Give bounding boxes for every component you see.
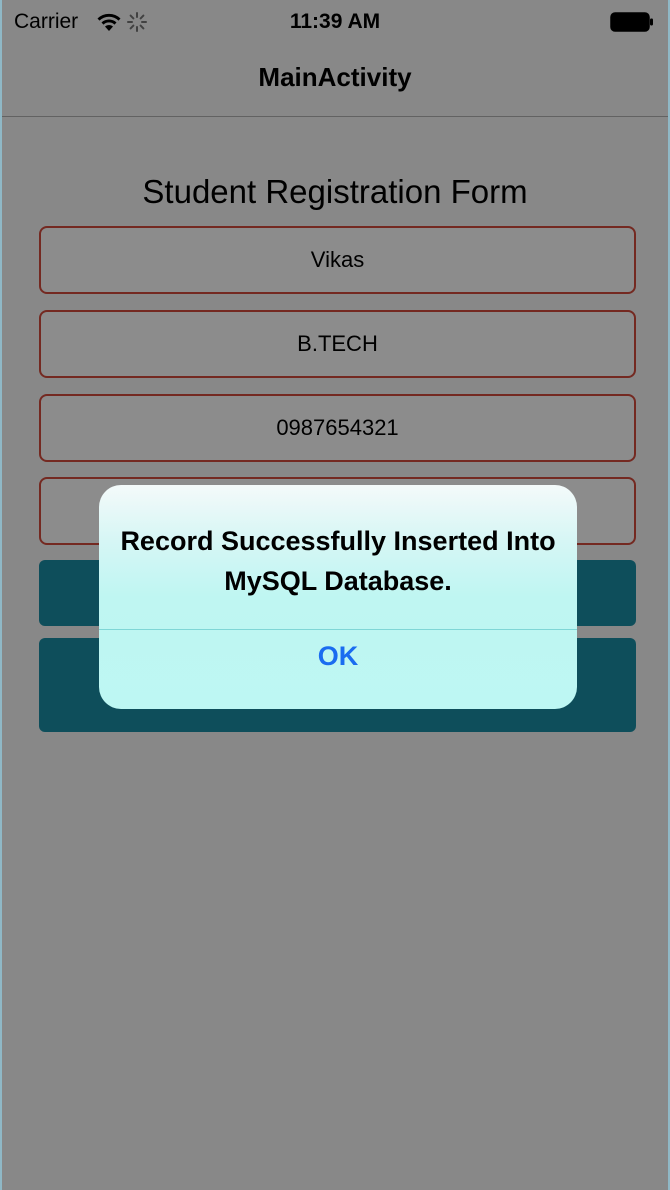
app-screen: Carrier 11:39 AM MainActivity Student Re… (0, 0, 670, 1190)
alert-message: Record Successfully Inserted Into MySQL … (120, 526, 556, 596)
alert-dialog: Record Successfully Inserted Into MySQL … (99, 485, 577, 709)
ok-button[interactable]: OK (99, 630, 577, 709)
